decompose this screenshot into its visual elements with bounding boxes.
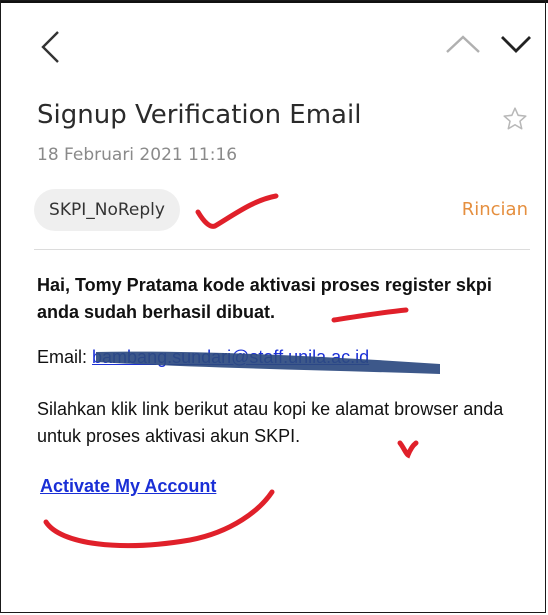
email-date: 18 Februari 2021 11:16 — [37, 145, 238, 165]
email-label: Email: — [37, 347, 88, 367]
chevron-down-icon[interactable] — [500, 34, 532, 54]
instructions-text: Silahkan klik link berikut atau kopi ke … — [37, 399, 504, 446]
email-subject: Signup Verification Email — [37, 100, 362, 130]
sender-chip[interactable]: SKPI_NoReply — [34, 189, 180, 231]
sender-name: SKPI_NoReply — [49, 200, 165, 220]
chevron-up-icon[interactable] — [445, 34, 481, 54]
email-line: Email: bambang.sundari@staff.unila.ac.id — [37, 347, 369, 368]
star-outline-icon[interactable] — [502, 106, 528, 132]
chevron-left-icon[interactable] — [40, 30, 62, 64]
greeting-text: Hai, Tomy Pratama kode aktivasi proses r… — [37, 275, 492, 322]
activate-account-link[interactable]: Activate My Account — [40, 476, 216, 497]
divider — [34, 249, 530, 250]
email-link[interactable]: bambang.sundari@staff.unila.ac.id — [92, 347, 369, 367]
details-link[interactable]: Rincian — [462, 199, 528, 220]
